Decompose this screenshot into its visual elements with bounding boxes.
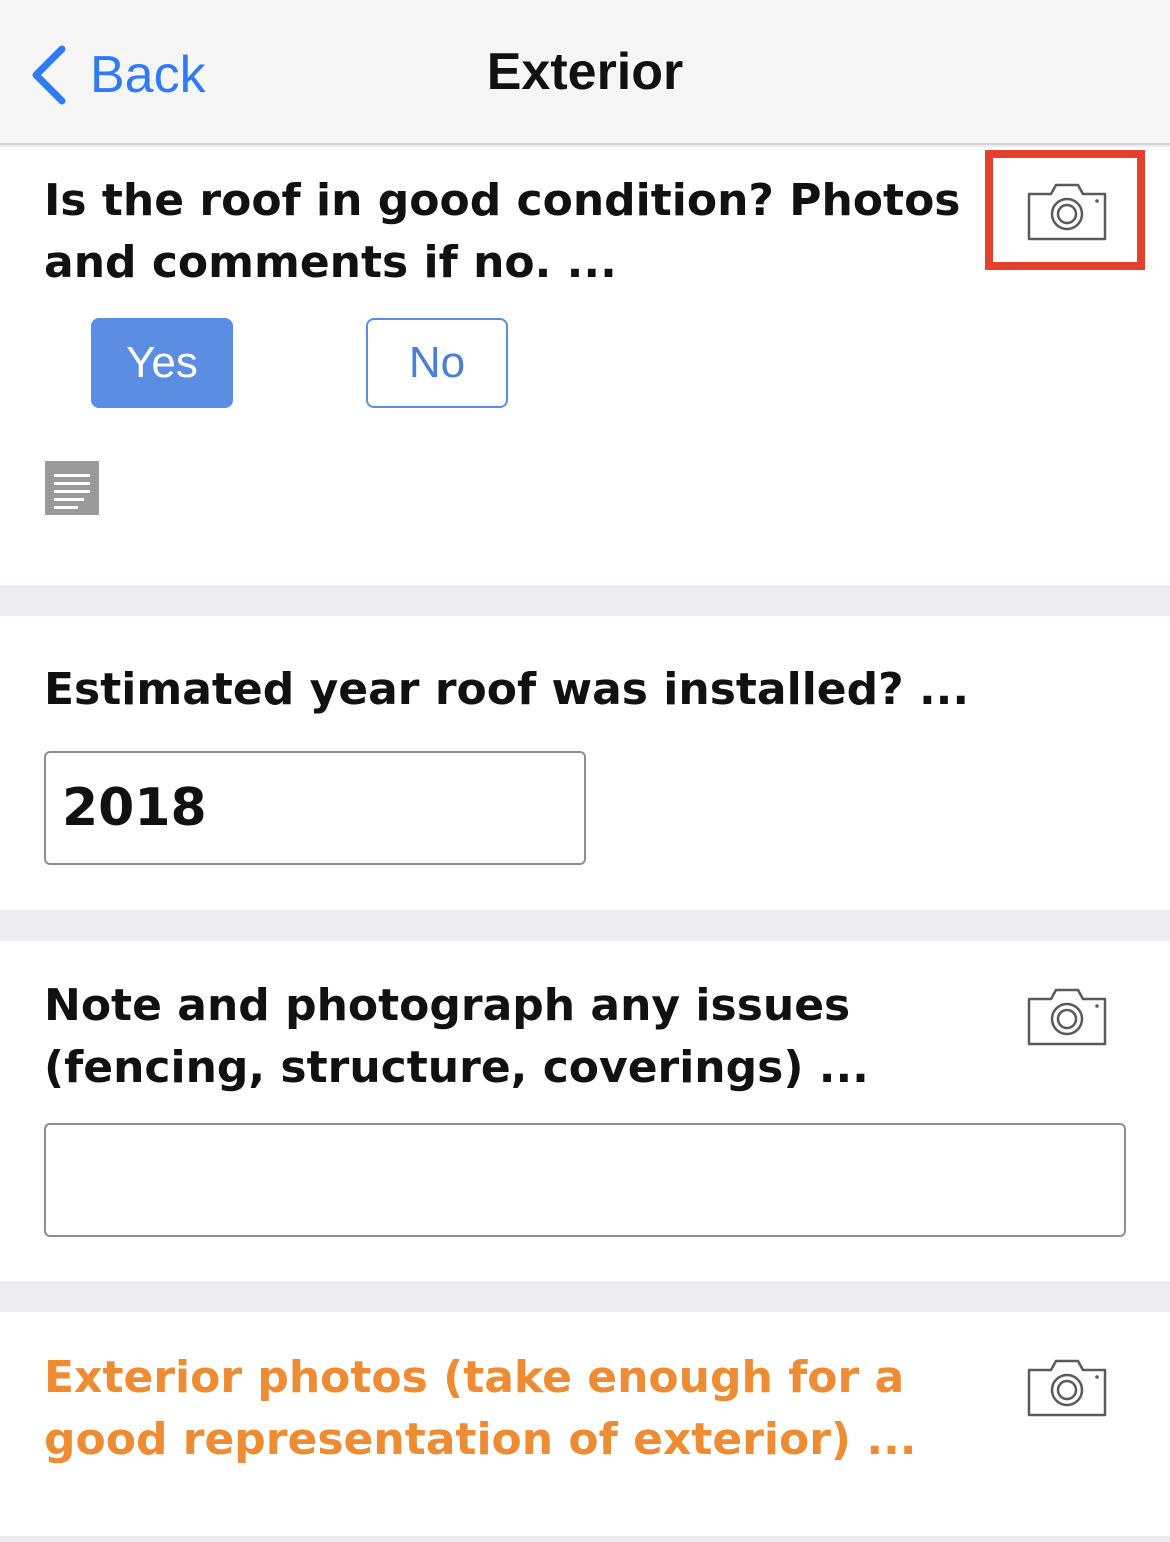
page-title: Exterior: [486, 43, 684, 101]
question-text: Estimated year roof was installed? ...: [44, 664, 970, 715]
notes-icon[interactable]: [45, 461, 99, 515]
camera-icon: [1027, 1359, 1107, 1417]
question-line: good representation of exterior) ...: [44, 1414, 917, 1465]
navigation-bar: Back Exterior: [0, 0, 1170, 145]
no-button[interactable]: No: [366, 318, 508, 408]
issues-input[interactable]: [44, 1123, 1126, 1237]
camera-icon: [1027, 988, 1107, 1046]
camera-button[interactable]: [1026, 1358, 1108, 1418]
question-line: (fencing, structure, coverings) ...: [44, 1042, 869, 1093]
camera-button[interactable]: [1026, 987, 1108, 1047]
yes-button[interactable]: Yes: [91, 318, 233, 408]
question-line: Is the roof in good condition? Photos: [44, 175, 961, 226]
question-line: Exterior photos (take enough for a: [44, 1352, 905, 1403]
question-text: Note and photograph any issues (fencing,…: [44, 975, 869, 1099]
question-text: Exterior photos (take enough for a good …: [44, 1347, 916, 1471]
question-line: and comments if no. ...: [44, 237, 617, 288]
year-input[interactable]: 2018: [44, 751, 586, 865]
highlight-box: [985, 150, 1145, 270]
question-text: Is the roof in good condition? Photos an…: [44, 170, 960, 294]
question-line: Note and photograph any issues: [44, 980, 851, 1031]
